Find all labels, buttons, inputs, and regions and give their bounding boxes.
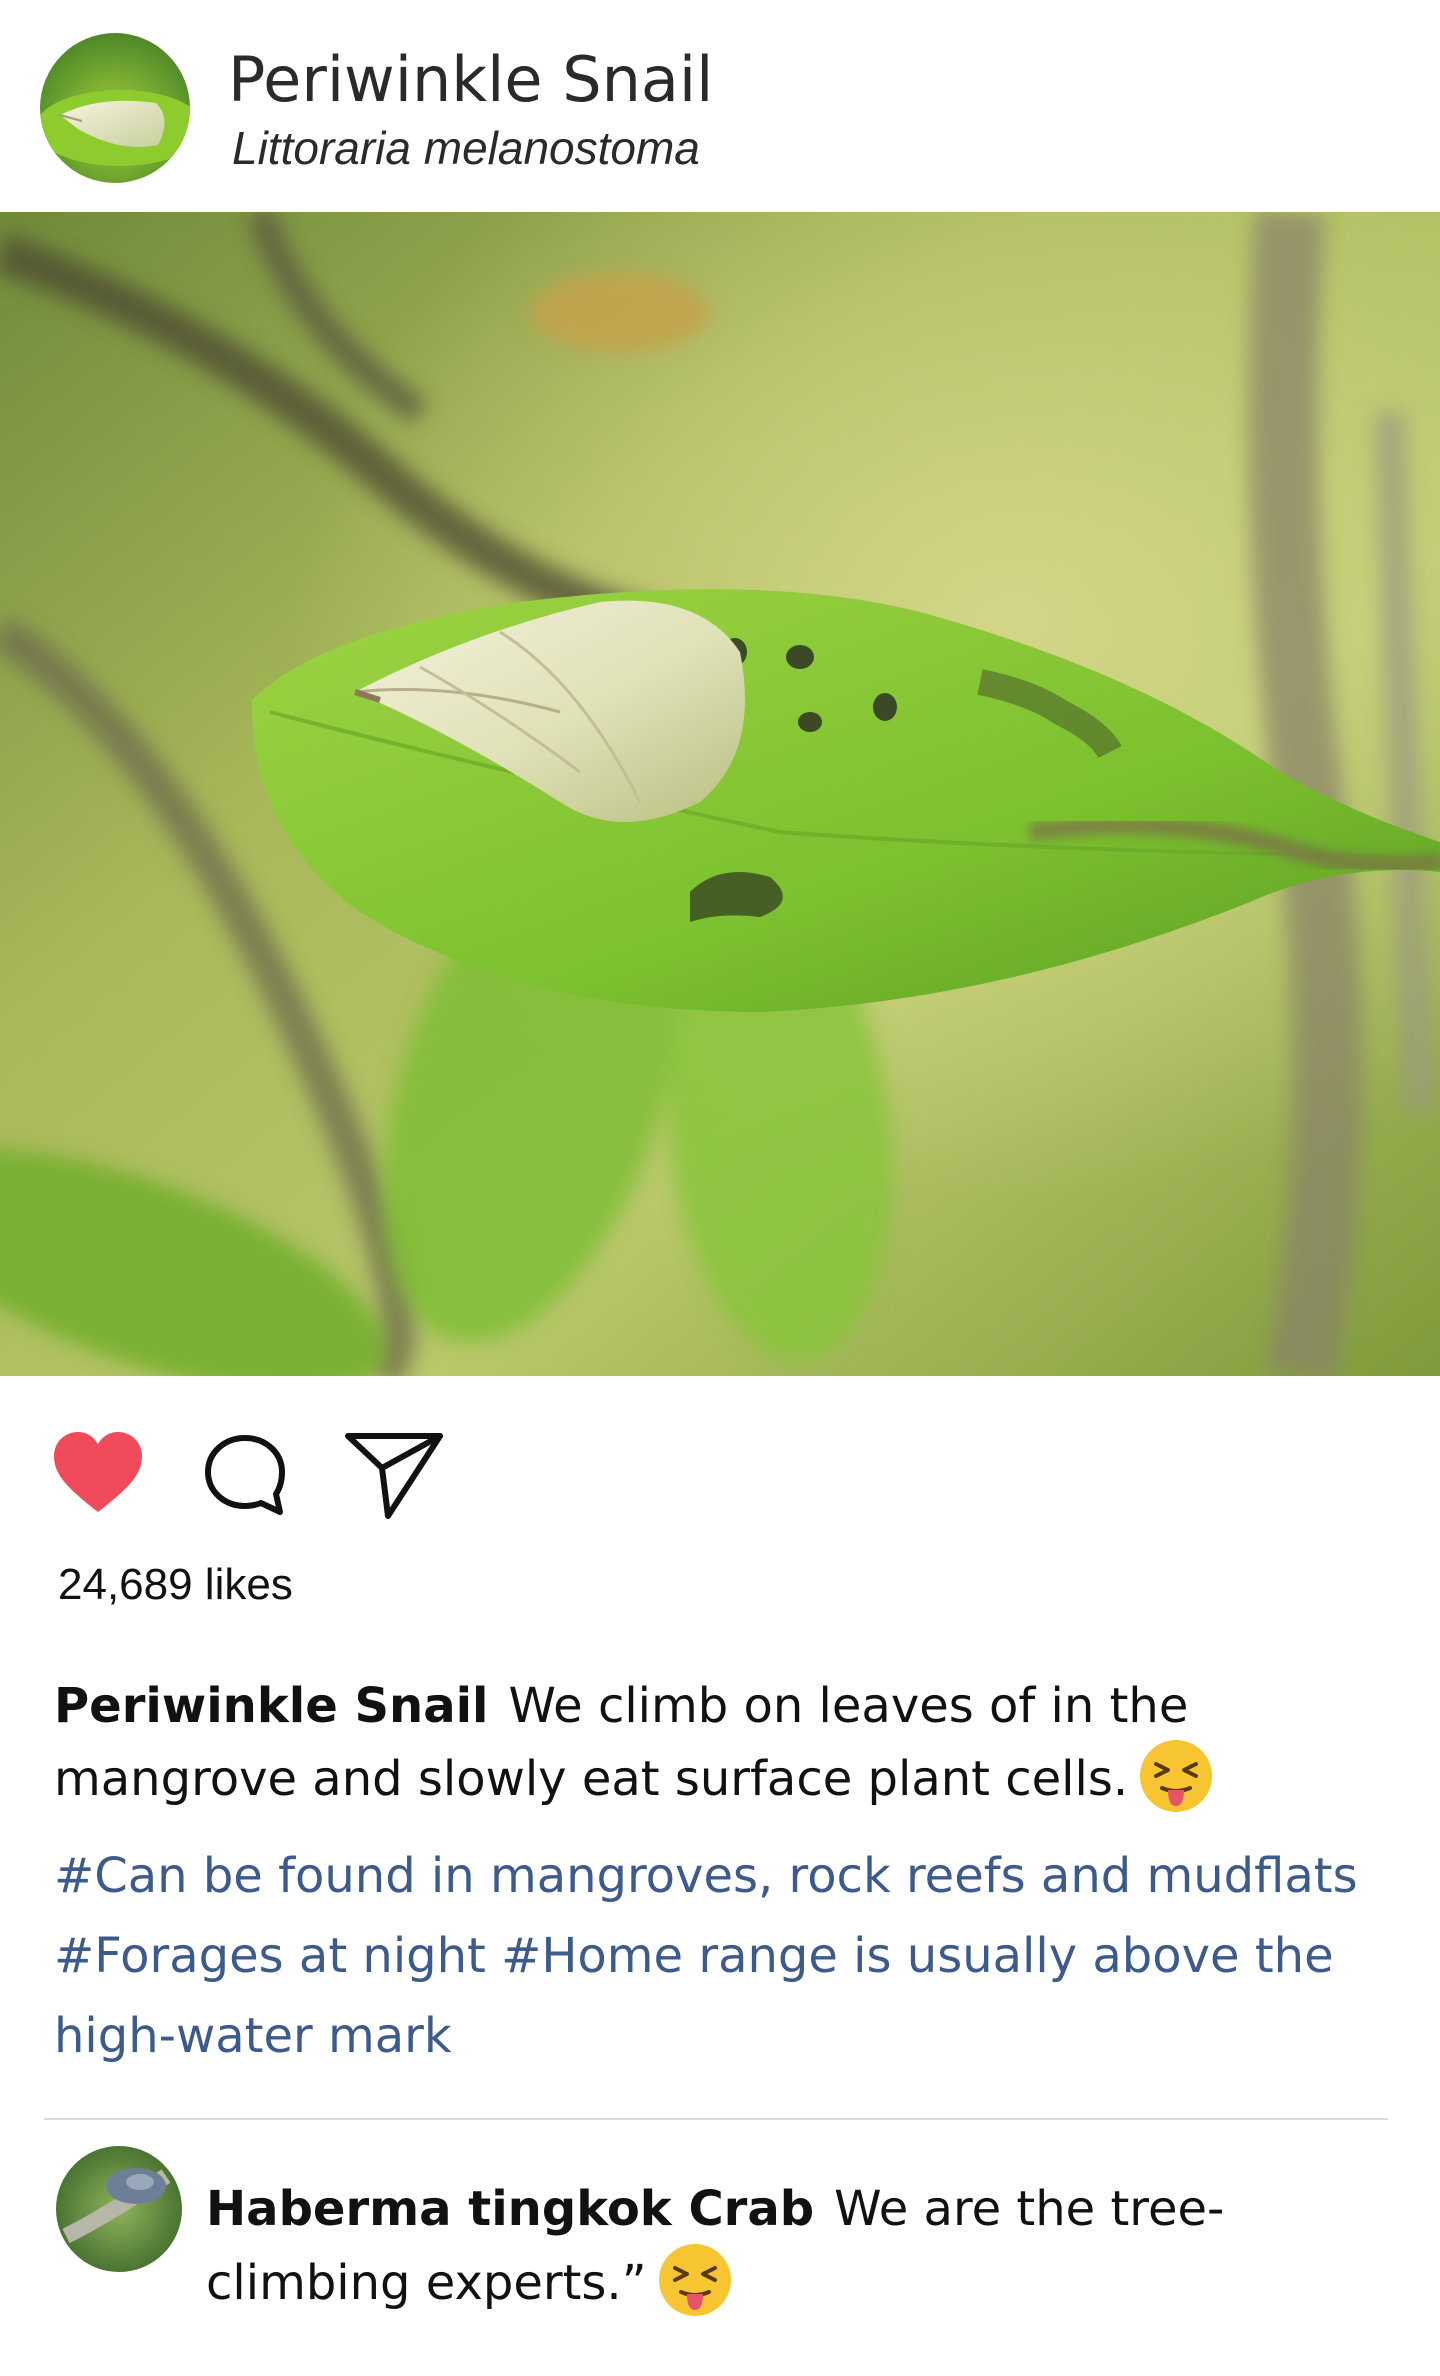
like-button[interactable] [50,1428,146,1518]
divider [44,2118,1388,2120]
post-header: Periwinkle Snail Littoraria melanostoma [0,0,1440,212]
profile-name[interactable]: Periwinkle Snail [228,40,713,120]
post-caption: Periwinkle Snail We climb on leaves of in… [54,1670,1374,1822]
post-hashtags[interactable]: #Can be found in mangroves, rock reefs a… [54,1836,1374,2076]
paper-plane-icon [345,1433,443,1519]
commenter-avatar[interactable] [56,2146,182,2272]
comment-username[interactable]: Haberma tingkok Crab [206,2181,814,2237]
profile-scientific-name: Littoraria melanostoma [232,122,700,174]
post-photo[interactable] [0,212,1440,1376]
post-actions [0,1376,1440,1519]
comment-button[interactable] [200,1430,290,1520]
caption-username[interactable]: Periwinkle Snail [54,1678,489,1734]
likes-count[interactable]: 24,689 likes [58,1556,293,1614]
tongue-out-emoji-icon [1136,1736,1216,1816]
share-button[interactable] [342,1426,446,1522]
speech-bubble-icon [205,1435,285,1515]
tongue-out-emoji-icon [655,2240,735,2320]
heart-icon [54,1432,142,1512]
comment: Haberma tingkok Crab We are the tree-clim… [206,2172,1386,2326]
profile-avatar[interactable] [40,33,190,183]
